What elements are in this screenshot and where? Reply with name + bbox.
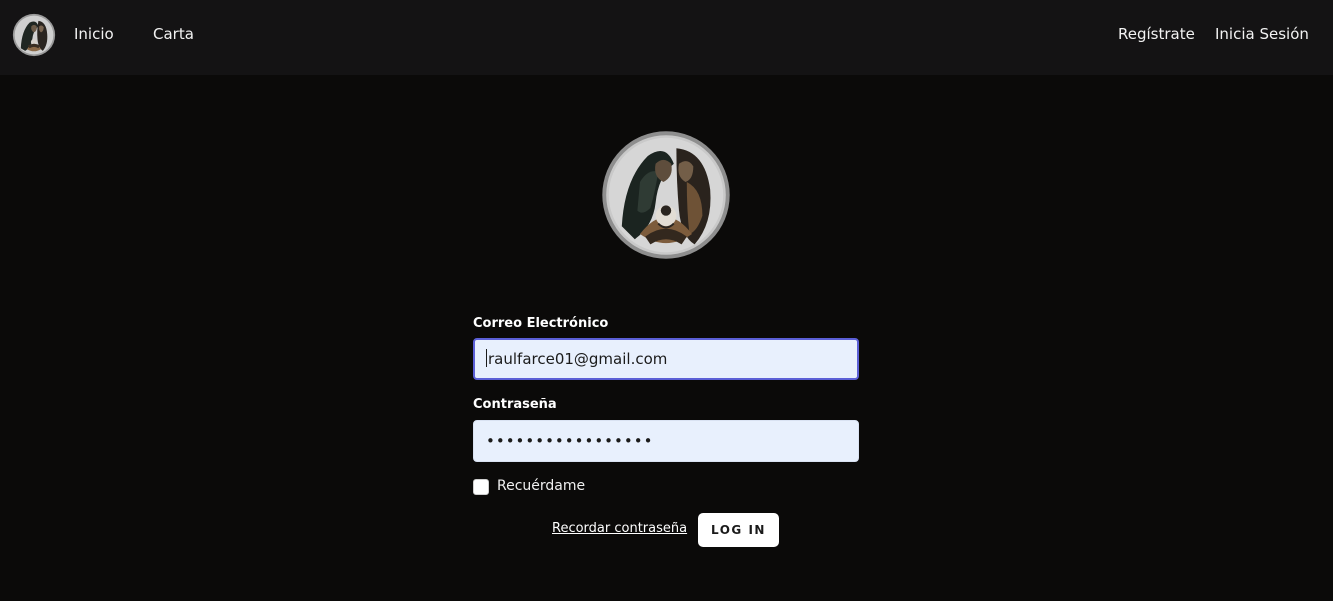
email-field[interactable]: raulfarce01@gmail.com	[473, 338, 859, 380]
remember-me-checkbox[interactable]	[473, 479, 489, 495]
nav-link-inicio[interactable]: Inicio	[74, 24, 114, 44]
email-value: raulfarce01@gmail.com	[488, 350, 668, 368]
password-label: Contraseña	[473, 397, 557, 412]
nav-link-carta[interactable]: Carta	[153, 24, 194, 44]
remember-me-label[interactable]: Recuérdame	[497, 478, 585, 494]
holy-family-logo-image	[602, 131, 730, 259]
holy-family-logo-icon[interactable]	[12, 13, 56, 57]
password-masked-value: •••••••••••••••••	[486, 432, 654, 450]
top-navigation-bar: Inicio Carta Regístrate Inicia Sesión	[0, 0, 1333, 75]
forgot-password-link[interactable]: Recordar contraseña	[552, 521, 687, 536]
text-caret	[486, 349, 487, 367]
nav-link-inicia-sesion[interactable]: Inicia Sesión	[1215, 24, 1309, 44]
password-field[interactable]: •••••••••••••••••	[473, 420, 859, 462]
nav-link-registrate[interactable]: Regístrate	[1118, 24, 1195, 44]
email-label: Correo Electrónico	[473, 316, 609, 331]
login-button[interactable]: LOG IN	[698, 513, 779, 547]
